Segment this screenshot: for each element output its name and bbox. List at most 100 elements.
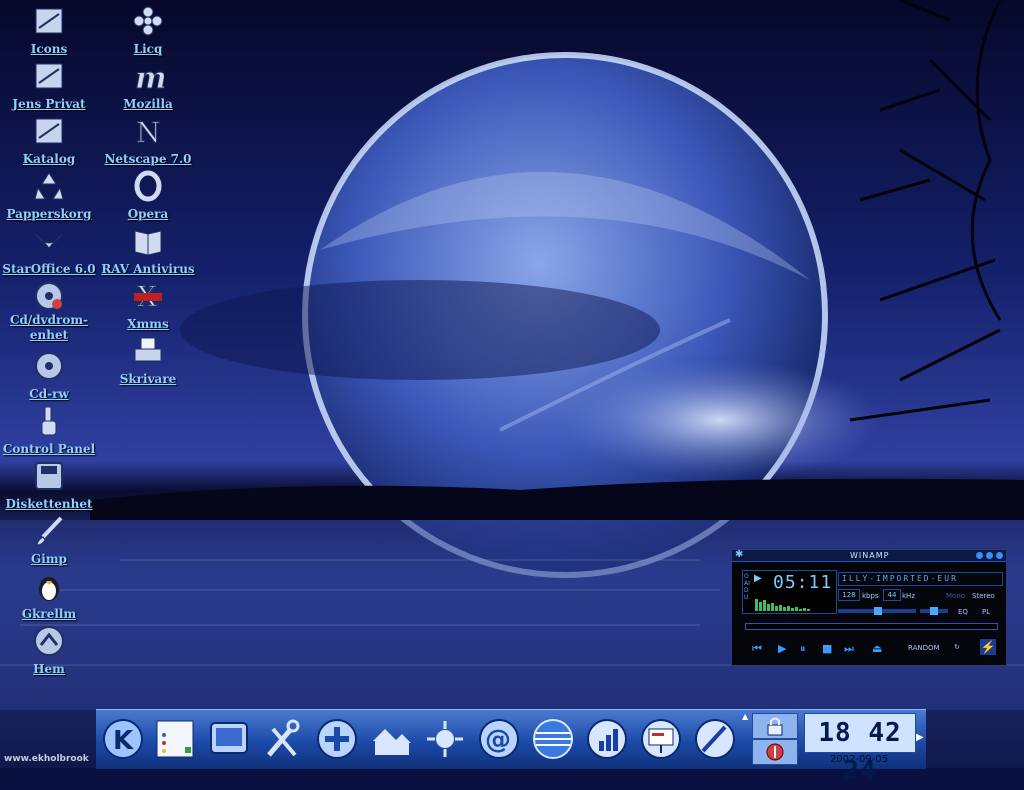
add-button[interactable] (314, 716, 360, 762)
desktop-icon-rav-antivirus[interactable]: RAV Antivirus (93, 224, 203, 277)
cdrw-icon (32, 349, 66, 383)
panel-hide-arrow-icon[interactable]: ▶ (916, 732, 924, 743)
date-display[interactable]: 2002-09-05 (804, 754, 914, 765)
kde-menu-button[interactable]: K (100, 716, 146, 762)
desktop-icon-papperskorg[interactable]: Papperskorg (0, 169, 104, 222)
balance-thumb[interactable] (930, 607, 938, 615)
logout-icon (766, 743, 784, 761)
icon-label: Skrivare (119, 372, 177, 386)
pl-toggle[interactable]: PL (982, 608, 990, 616)
song-title-marquee: ILLY-IMPORTED-EUR (838, 572, 1003, 586)
desktop-icon-netscape[interactable]: N Netscape 7.0 (93, 114, 203, 167)
tools-icon (267, 719, 300, 757)
desktop-icon-cdrom[interactable]: Cd/dvdrom- enhet (0, 279, 104, 343)
presentation-icon (641, 719, 681, 759)
pause-icon[interactable]: ⏸ (800, 642, 806, 656)
kde-menu-icon: K (103, 719, 143, 759)
eject-icon[interactable]: ⏏ (872, 642, 882, 655)
settings-tools-button[interactable] (260, 716, 306, 762)
shade-icon[interactable] (986, 552, 993, 559)
browser-button[interactable] (530, 716, 576, 762)
icon-label: Control Panel (2, 442, 96, 456)
wallpaper-credit: www.ekholbrook (4, 754, 89, 764)
desktop-icon-diskettenhet[interactable]: Diskettenhet (0, 459, 104, 512)
icon-label: RAV Antivirus (101, 262, 195, 276)
plus-icon (317, 719, 357, 759)
previous-icon[interactable]: ⏮ (752, 642, 762, 656)
presentation-button[interactable] (638, 716, 684, 762)
repeat-icon[interactable]: ↻ (954, 643, 960, 651)
control-panel-icon (32, 404, 66, 438)
desktop-icon-gkrellm[interactable]: Gkrellm (0, 569, 104, 622)
icon-label: Katalog (22, 152, 76, 166)
svg-text:N: N (136, 116, 161, 147)
winamp-window[interactable]: ✱ WINAMP OAIDU ▶ 05:11 ILLY-IMPORTED-EUR… (731, 549, 1007, 666)
desktop-icon-mozilla[interactable]: m Mozilla (93, 59, 203, 112)
desktop-icon-cdrw[interactable]: Cd-rw (0, 349, 104, 402)
desktop-icon-icons[interactable]: Icons (0, 4, 104, 57)
desktop-icon-jens-privat[interactable]: Jens Privat (0, 59, 104, 112)
floppy-icon (32, 459, 66, 493)
icon-label: Mozilla (123, 97, 173, 111)
winamp-titlebar[interactable]: ✱ WINAMP (732, 549, 1006, 562)
random-toggle[interactable]: RANDOM (908, 644, 940, 652)
home-icon (32, 624, 66, 658)
winamp-menu-icon[interactable]: ✱ (735, 549, 743, 560)
icon-label: Netscape 7.0 (104, 152, 192, 166)
volume-slider[interactable] (838, 607, 916, 615)
recycle-icon (32, 169, 66, 203)
desktop-icon-licq[interactable]: Licq (93, 4, 203, 57)
desktop-icon-xmms[interactable]: X Xmms (93, 279, 203, 332)
time-display: 05:11 (773, 572, 833, 593)
show-desktop-button[interactable] (206, 716, 252, 762)
icon-label: Xmms (127, 317, 169, 331)
icon-label: Hem (33, 662, 65, 676)
play-icon[interactable]: ▶ (778, 642, 786, 655)
notes-icon (156, 720, 194, 758)
desktop-icon-opera[interactable]: Opera (93, 169, 203, 222)
minimize-icon[interactable] (976, 552, 983, 559)
mail-button[interactable]: @ (476, 716, 522, 762)
book-icon (131, 224, 165, 258)
spectrum-visualizer (755, 599, 810, 611)
desktop-icon-hem[interactable]: Hem (0, 624, 104, 677)
xmms-icon: X (131, 279, 165, 313)
spreadsheet-button[interactable] (584, 716, 630, 762)
home-folder-button[interactable] (368, 716, 414, 762)
mozilla-icon: m (131, 59, 165, 93)
panel-applet-arrow-icon[interactable]: ▲ (742, 712, 748, 721)
notes-button[interactable] (152, 716, 198, 762)
desktop-icon-skrivare[interactable]: Skrivare (93, 334, 203, 387)
stop-icon[interactable]: ■ (822, 642, 832, 655)
cdrom-icon (32, 279, 66, 313)
play-indicator-icon: ▶ (754, 573, 762, 584)
desktop-icon (210, 722, 248, 754)
icon-label: Gkrellm (21, 607, 77, 621)
stereo-indicator: Stereo (972, 592, 995, 600)
icon-label: Opera (127, 207, 169, 221)
balance-slider[interactable] (920, 607, 948, 615)
eq-toggle[interactable]: EQ (958, 608, 968, 616)
kbps-label: kbps (862, 592, 879, 600)
winamp-logo-icon[interactable]: ⚡ (980, 639, 996, 655)
seek-bar[interactable] (745, 623, 998, 630)
close-icon[interactable] (996, 552, 1003, 559)
volume-thumb[interactable] (874, 607, 882, 615)
logout-button[interactable] (752, 739, 798, 765)
winamp-display: OAIDU ▶ 05:11 (742, 570, 837, 614)
side-label: OAIDU (744, 573, 750, 601)
desktop-icon-katalog[interactable]: Katalog (0, 114, 104, 167)
desktop-icon-control-panel[interactable]: Control Panel (0, 404, 104, 457)
network-button[interactable] (422, 716, 468, 762)
desktop-icon-gimp[interactable]: Gimp (0, 514, 104, 567)
svg-text:@: @ (485, 725, 511, 755)
folder-icon (32, 59, 66, 93)
paintbrush-icon (32, 514, 66, 548)
draw-icon (695, 719, 735, 759)
desktop-icon-staroffice[interactable]: StarOffice 6.0 (0, 224, 104, 277)
draw-button[interactable] (692, 716, 738, 762)
chart-icon (587, 719, 627, 759)
next-icon[interactable]: ⏭ (844, 642, 854, 656)
clock-display[interactable]: 18 42 24 (804, 713, 916, 786)
lock-screen-button[interactable] (752, 713, 798, 739)
